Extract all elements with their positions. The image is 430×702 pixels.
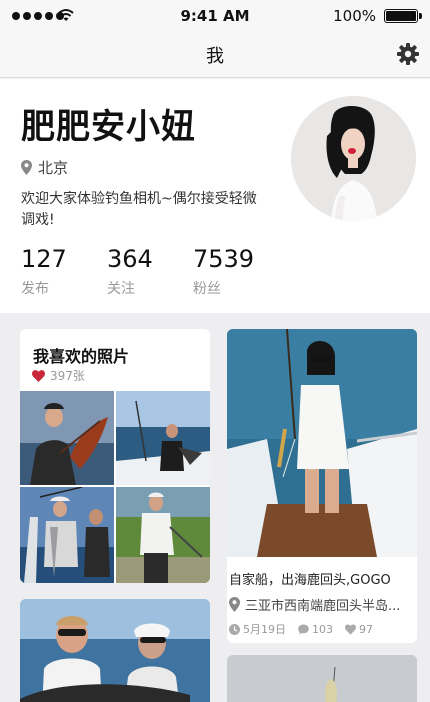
album-photo-grid	[20, 391, 210, 583]
post-photo	[227, 655, 417, 702]
post-likes-count: 97	[359, 622, 373, 636]
favorite-album-card[interactable]: 我喜欢的照片 397张	[20, 329, 210, 583]
page-title: 我	[206, 46, 224, 67]
post-location: 三亚市西南端鹿回头半岛...	[229, 595, 400, 614]
post-date: 5月19日	[229, 621, 286, 637]
post-comments-count: 103	[312, 622, 333, 636]
stat-followers[interactable]: 7539 粉丝	[193, 245, 279, 298]
battery-percent: 100%	[333, 7, 376, 25]
stat-following[interactable]: 364 关注	[107, 245, 193, 298]
post-comments[interactable]: 103	[298, 623, 333, 636]
stat-label: 发布	[21, 281, 49, 297]
stat-value: 127	[21, 245, 67, 273]
photo-post-card[interactable]	[20, 599, 210, 702]
stat-label: 粉丝	[193, 281, 221, 297]
album-count: 397张	[32, 367, 85, 384]
post-photo	[20, 599, 210, 702]
album-photo[interactable]	[116, 487, 210, 583]
stat-value: 7539	[193, 245, 255, 273]
location-pin-icon	[229, 597, 240, 612]
profile-location-text: 北京	[38, 159, 69, 177]
profile-stats: 127 发布 364 关注 7539 粉丝	[21, 245, 279, 298]
status-bar: 9:41 AM 100%	[0, 0, 430, 32]
stat-label: 关注	[107, 281, 135, 297]
avatar-portrait	[291, 96, 416, 221]
nav-bar: 我	[0, 32, 430, 78]
gear-icon[interactable]	[396, 42, 420, 66]
battery-tip	[419, 13, 422, 19]
comment-icon	[298, 624, 309, 634]
album-photo[interactable]	[20, 487, 114, 583]
profile-bio: 欢迎大家体验钓鱼相机~偶尔接受轻微调戏!	[21, 191, 257, 228]
album-photo[interactable]	[116, 391, 210, 485]
post-meta: 5月19日 103 97	[229, 621, 385, 637]
feed: 我喜欢的照片 397张 自家船，出海鹿回头,GOGO 三亚市西南端鹿回头半岛..…	[0, 313, 430, 702]
stat-posts[interactable]: 127 发布	[21, 245, 107, 298]
heart-icon	[345, 624, 356, 635]
post-title: 自家船，出海鹿回头,GOGO	[229, 573, 391, 588]
profile-header: 肥肥安小妞 北京 欢迎大家体验钓鱼相机~偶尔接受轻微调戏! 127 发布 364…	[0, 79, 430, 313]
photo-post-card[interactable]	[227, 655, 417, 702]
photo-post-card[interactable]: 自家船，出海鹿回头,GOGO 三亚市西南端鹿回头半岛... 5月19日 103	[227, 329, 417, 643]
album-count-text: 397张	[50, 369, 85, 383]
album-title: 我喜欢的照片	[33, 347, 130, 366]
post-likes[interactable]: 97	[345, 623, 373, 636]
clock-icon	[229, 623, 240, 635]
post-date-text: 5月19日	[243, 623, 286, 636]
avatar[interactable]	[291, 96, 416, 221]
post-location-text: 三亚市西南端鹿回头半岛...	[245, 599, 401, 614]
profile-name: 肥肥安小妞	[21, 107, 196, 147]
stat-value: 364	[107, 245, 153, 273]
battery-icon	[384, 9, 418, 23]
profile-location: 北京	[21, 157, 68, 178]
album-photo[interactable]	[20, 391, 114, 485]
post-photo[interactable]	[227, 329, 417, 557]
heart-icon	[32, 369, 45, 382]
location-pin-icon	[21, 160, 32, 175]
